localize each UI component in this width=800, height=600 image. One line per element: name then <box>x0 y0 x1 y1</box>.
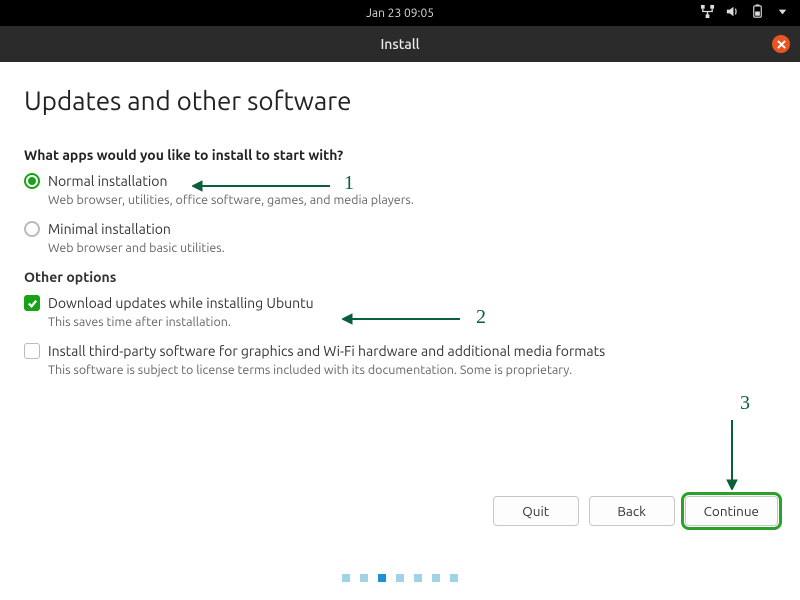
close-button[interactable] <box>772 35 790 53</box>
checkbox-thirdparty[interactable]: Install third-party software for graphic… <box>24 343 776 359</box>
dot <box>360 574 368 582</box>
installer-content: Updates and other software What apps wou… <box>0 62 800 377</box>
radio-minimal-installation[interactable]: Minimal installation <box>24 221 776 237</box>
power-icon[interactable] <box>775 4 790 22</box>
quit-button[interactable]: Quit <box>493 496 579 526</box>
annotation-arrow-2 <box>342 313 462 325</box>
dot-active <box>378 574 386 582</box>
minimal-desc: Web browser and basic utilities. <box>48 241 776 255</box>
close-icon <box>777 40 786 49</box>
checkbox-download-updates[interactable]: Download updates while installing Ubuntu <box>24 295 776 311</box>
radio-normal-installation[interactable]: Normal installation <box>24 173 776 189</box>
back-button[interactable]: Back <box>589 496 675 526</box>
other-options-label: Other options <box>24 269 776 285</box>
topbar-datetime: Jan 23 09:05 <box>366 7 434 20</box>
checkbox-label: Download updates while installing Ubuntu <box>48 295 314 311</box>
network-icon[interactable] <box>700 4 715 22</box>
apps-question: What apps would you like to install to s… <box>24 147 776 163</box>
radio-icon <box>24 221 40 237</box>
annotation-number-1: 1 <box>344 172 354 195</box>
radio-label: Minimal installation <box>48 221 171 237</box>
system-tray <box>700 0 790 26</box>
dot <box>414 574 422 582</box>
dot <box>342 574 350 582</box>
system-topbar: Jan 23 09:05 <box>0 0 800 26</box>
dot <box>396 574 404 582</box>
checkbox-icon <box>24 295 40 311</box>
window-title: Install <box>380 36 419 52</box>
button-row: Quit Back Continue <box>493 496 778 526</box>
normal-desc: Web browser, utilities, office software,… <box>48 193 776 207</box>
annotation-arrow-3 <box>726 418 738 490</box>
dot <box>450 574 458 582</box>
annotation-arrow-1 <box>192 180 332 192</box>
radio-label: Normal installation <box>48 173 167 189</box>
checkbox-label: Install third-party software for graphic… <box>48 343 605 359</box>
battery-icon[interactable] <box>750 4 765 22</box>
continue-button[interactable]: Continue <box>685 496 778 526</box>
page-heading: Updates and other software <box>24 86 776 115</box>
checkbox-icon <box>24 343 40 359</box>
annotation-number-2: 2 <box>476 306 486 329</box>
radio-icon <box>24 173 40 189</box>
dot <box>432 574 440 582</box>
thirdparty-desc: This software is subject to license term… <box>48 363 776 377</box>
volume-icon[interactable] <box>725 4 740 22</box>
progress-dots <box>0 574 800 582</box>
annotation-number-3: 3 <box>740 392 750 415</box>
window-titlebar: Install <box>0 26 800 62</box>
